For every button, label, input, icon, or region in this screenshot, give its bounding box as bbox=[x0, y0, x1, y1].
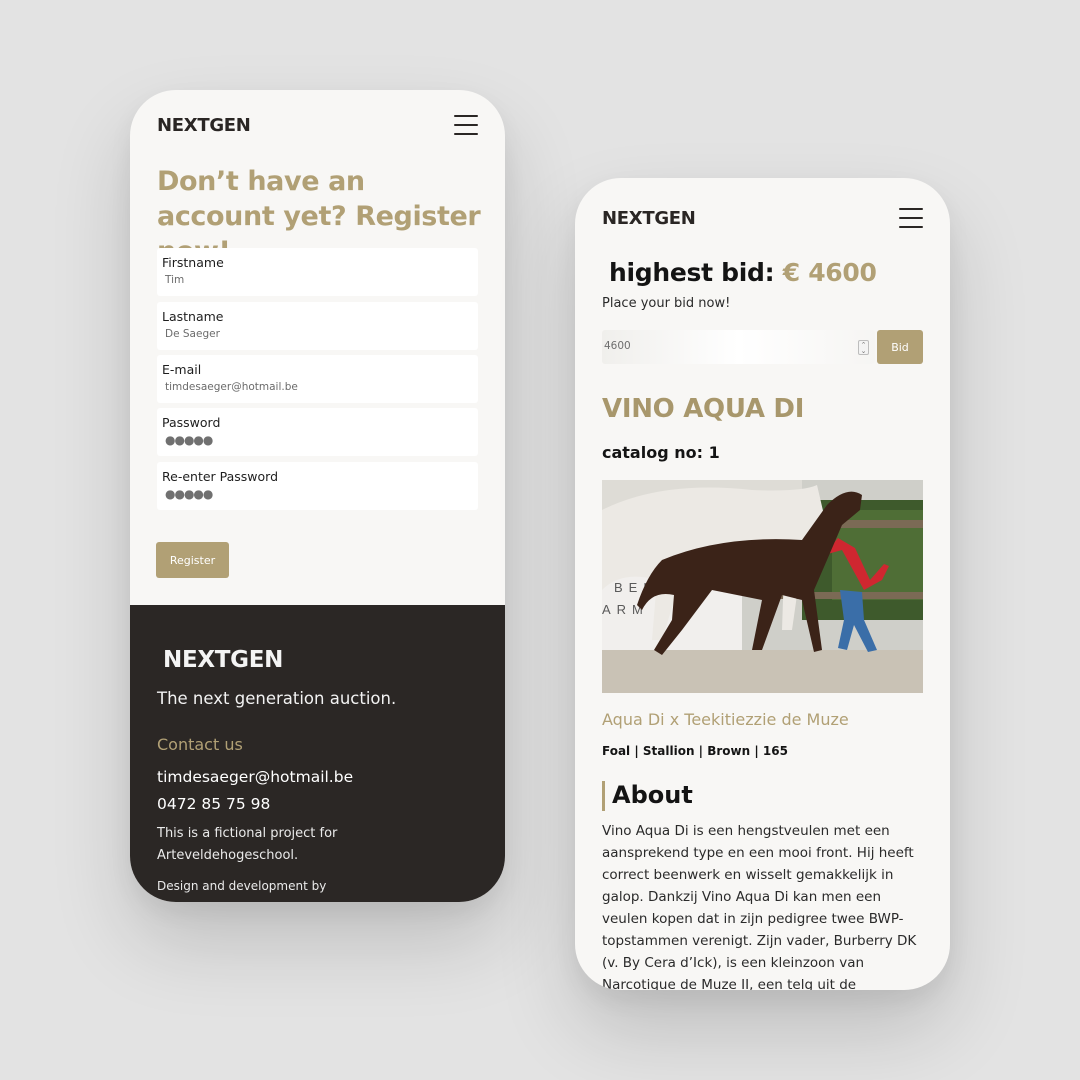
top-bar: NEXTGEN bbox=[157, 110, 478, 140]
highest-bid-amount: € 4600 bbox=[782, 258, 877, 287]
bid-amount-input[interactable]: 4600 ⌃ ⌄ bbox=[602, 330, 875, 364]
footer: NEXTGEN The next generation auction. Con… bbox=[130, 605, 505, 902]
horse-specs: Foal | Stallion | Brown | 165 bbox=[602, 744, 788, 758]
horse-photo: BELG ARM OD bbox=[602, 480, 923, 693]
about-heading: About bbox=[612, 781, 693, 809]
number-stepper-icon[interactable]: ⌃ ⌄ bbox=[858, 340, 869, 355]
field-value[interactable]: timdesaeger@hotmail.be bbox=[162, 381, 478, 394]
field-value[interactable]: De Saeger bbox=[162, 328, 478, 341]
horse-name: VINO AQUA DI bbox=[602, 394, 805, 424]
auction-phone-screen: NEXTGEN highest bid: € 4600 Place your b… bbox=[575, 178, 950, 990]
contact-email-link[interactable]: timdesaeger@hotmail.be bbox=[157, 768, 353, 786]
about-accent-bar bbox=[602, 781, 605, 811]
register-button[interactable]: Register bbox=[156, 542, 229, 578]
field-label: Lastname bbox=[162, 309, 224, 324]
field-label: Password bbox=[162, 415, 221, 430]
reenter-password-field[interactable]: Re-enter Password ●●●●● bbox=[157, 462, 478, 510]
footer-logo[interactable]: NEXTGEN bbox=[163, 647, 283, 673]
contact-heading: Contact us bbox=[157, 735, 243, 754]
password-field[interactable]: Password ●●●●● bbox=[157, 408, 478, 456]
contact-phone-link[interactable]: 0472 85 75 98 bbox=[157, 795, 270, 813]
credit-text: Design and development by bbox=[157, 879, 327, 893]
bid-button[interactable]: Bid bbox=[877, 330, 923, 364]
project-note: This is a fictional project for Arteveld… bbox=[157, 826, 338, 863]
lastname-field[interactable]: Lastname De Saeger bbox=[157, 302, 478, 350]
top-bar: NEXTGEN bbox=[602, 203, 923, 233]
logo[interactable]: NEXTGEN bbox=[602, 208, 696, 229]
hamburger-menu-icon[interactable] bbox=[899, 208, 923, 228]
bid-prompt: Place your bid now! bbox=[602, 296, 731, 311]
email-field[interactable]: E-mail timdesaeger@hotmail.be bbox=[157, 355, 478, 403]
bid-input-value[interactable]: 4600 bbox=[604, 340, 631, 352]
highest-bid-label: highest bid: bbox=[609, 258, 783, 287]
highest-bid-heading: highest bid: € 4600 bbox=[609, 258, 877, 287]
password-dots[interactable]: ●●●●● bbox=[162, 434, 478, 447]
password-dots[interactable]: ●●●●● bbox=[162, 488, 478, 501]
logo[interactable]: NEXTGEN bbox=[157, 115, 251, 136]
about-text: Vino Aqua Di is een hengstveulen met een… bbox=[602, 823, 917, 990]
register-phone-screen: NEXTGEN Don’t have an account yet? Regis… bbox=[130, 90, 505, 902]
hamburger-menu-icon[interactable] bbox=[454, 115, 478, 135]
catalog-number: catalog no: 1 bbox=[602, 443, 720, 462]
pedigree: Aqua Di x Teekitiezzie de Muze bbox=[602, 710, 849, 729]
field-label: Firstname bbox=[162, 255, 224, 270]
field-label: E-mail bbox=[162, 362, 202, 377]
firstname-field[interactable]: Firstname Tim bbox=[157, 248, 478, 296]
footer-tagline: The next generation auction. bbox=[157, 689, 397, 708]
field-label: Re-enter Password bbox=[162, 469, 279, 484]
field-value[interactable]: Tim bbox=[162, 274, 478, 287]
